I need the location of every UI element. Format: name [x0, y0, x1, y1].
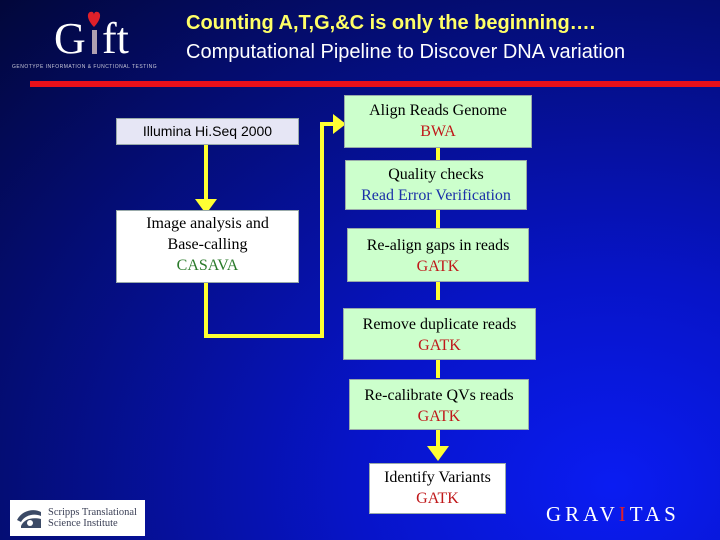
arrowhead-down-icon [427, 446, 449, 461]
logo-tagline: GENOTYPE INFORMATION & FUNCTIONAL TESTIN… [12, 64, 158, 70]
title-divider [30, 81, 720, 87]
step-recalibrate-qvs: Re-calibrate QVs reads GATK [349, 379, 529, 430]
gravitas-text-post: TAS [629, 502, 680, 526]
step-label: Align Reads Genome [369, 102, 507, 119]
gravitas-logo: GRAVITAS [546, 502, 680, 527]
step-tool: GATK [416, 490, 459, 507]
step-align-reads: Align Reads Genome BWA [344, 95, 532, 148]
scripps-wave-icon [17, 510, 41, 528]
step-label-line1: Image analysis and [146, 215, 269, 232]
slide-subtitle: Computational Pipeline to Discover DNA v… [186, 41, 626, 63]
step-quality-checks: Quality checks Read Error Verification [345, 160, 527, 210]
svg-text:ft: ft [102, 14, 129, 63]
scripps-line2: Science Institute [48, 518, 118, 529]
slide-title: Counting A,T,G,&C is only the beginning…… [186, 12, 596, 34]
step-tool: GATK [418, 337, 461, 354]
gift-logo: G ft [52, 8, 142, 63]
svg-text:G: G [54, 14, 86, 63]
scripps-line1: Scripps Translational [48, 507, 137, 518]
step-tool: GATK [416, 258, 460, 275]
step-illumina-hiseq: Illumina Hi.Seq 2000 [116, 118, 299, 145]
step-label-line2: Base-calling [167, 236, 248, 253]
step-label: Remove duplicate reads [362, 316, 517, 333]
step-label: Re-align gaps in reads [366, 237, 510, 254]
step-tool: Read Error Verification [361, 187, 511, 204]
gift-logo-mark: G ft [54, 11, 129, 63]
step-tool: GATK [417, 408, 461, 425]
step-label: Re-calibrate QVs reads [364, 387, 514, 404]
step-tool: BWA [420, 123, 456, 140]
gravitas-text-pre: GRAV [546, 502, 619, 526]
step-remove-duplicates: Remove duplicate reads GATK [343, 308, 536, 360]
step-tool: CASAVA [176, 257, 239, 274]
step-label: Quality checks [388, 166, 484, 183]
step-image-analysis: Image analysis and Base-calling CASAVA [116, 210, 299, 283]
step-label: Illumina Hi.Seq 2000 [142, 123, 273, 139]
step-identify-variants: Identify Variants GATK [369, 463, 506, 514]
gravitas-person-icon: I [618, 502, 630, 526]
step-realign-gaps: Re-align gaps in reads GATK [347, 228, 529, 282]
scripps-logo: Scripps Translational Science Institute [10, 500, 145, 536]
step-label: Identify Variants [384, 469, 491, 486]
